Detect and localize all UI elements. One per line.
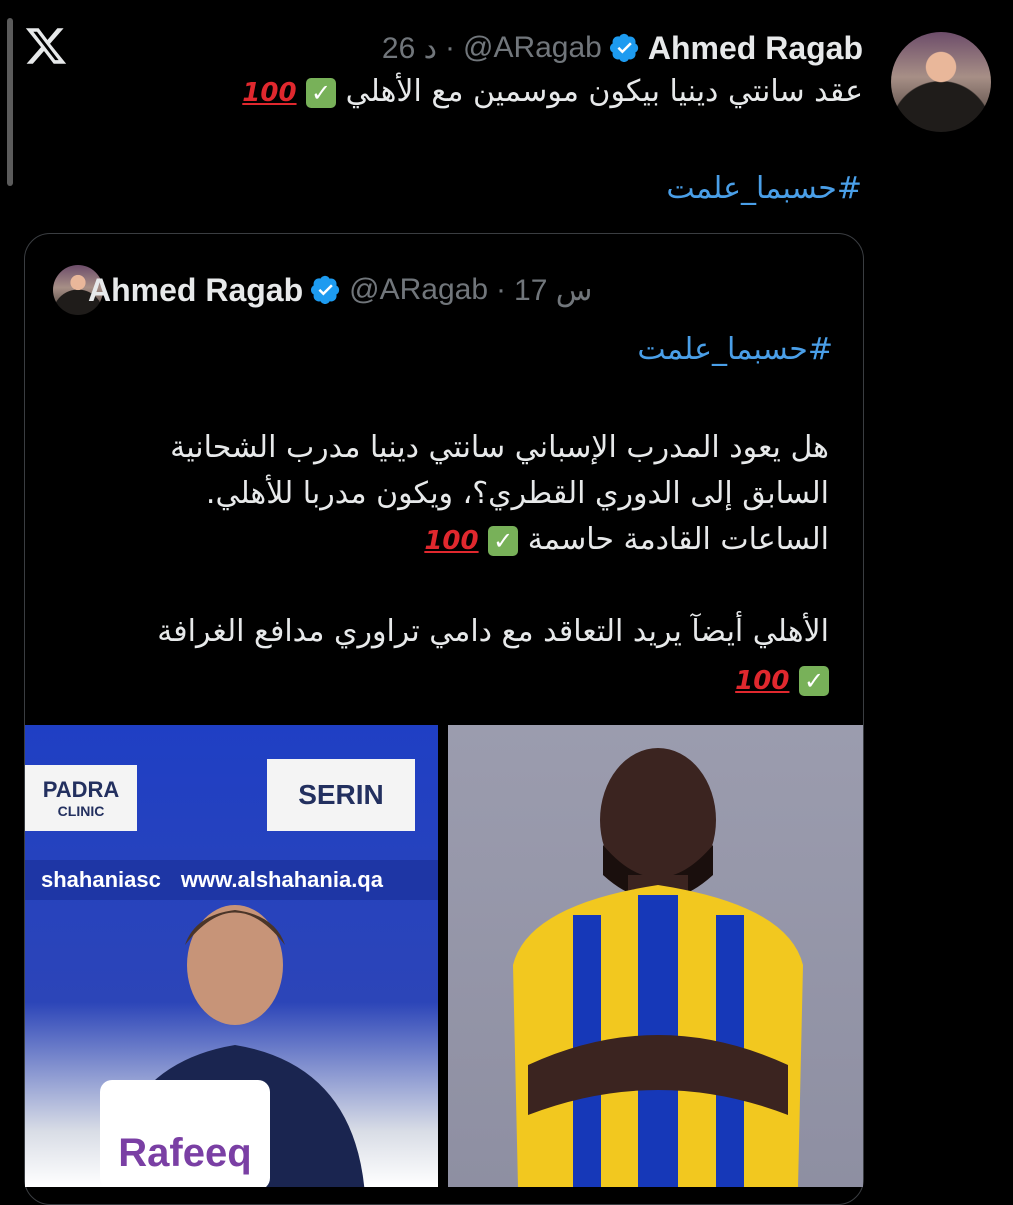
author-name[interactable]: Ahmed Ragab — [648, 30, 863, 67]
verified-badge-icon — [311, 275, 340, 304]
verified-badge-icon — [609, 33, 638, 63]
player-portrait-image[interactable] — [448, 725, 863, 1187]
quote-header: Ahmed Ragab @ARagab · 17 س — [88, 270, 592, 310]
hundred-emoji-icon: 100 — [242, 77, 297, 108]
quote-line-3-text: الساعات القادمة حاسمة — [527, 522, 829, 557]
quote-time: 17 س — [514, 273, 593, 307]
check-emoji-icon: ✓ — [488, 525, 519, 556]
player-figure — [513, 748, 803, 1187]
tweet-body: عقد سانتي دينيا بيكون موسمين مع الأهلي — [345, 74, 863, 109]
separator-dot: · — [444, 31, 455, 64]
tweet-header: 26 د · @ARagab Ahmed Ragab — [382, 28, 863, 68]
check-emoji-icon: ✓ — [306, 77, 337, 108]
sponsor-board-serin: SERIN — [267, 759, 415, 831]
author-avatar[interactable] — [891, 32, 991, 132]
quote-line-4: الأهلي أيضآ يريد التعاقد مع دامي تراوري … — [157, 614, 829, 649]
quote-line-3: الساعات القادمة حاسمة ✓ 100 — [424, 522, 829, 557]
x-logo-icon[interactable] — [24, 24, 68, 68]
quote-line-1: هل يعود المدرب الإسباني سانتي دينيا مدرب… — [170, 430, 829, 465]
quote-author-handle: @ARagab — [349, 273, 489, 306]
scrollbar[interactable] — [7, 18, 13, 186]
rafeeq-sponsor-sign: Rafeeq — [100, 1080, 270, 1187]
hundred-emoji-icon: 100 — [735, 665, 790, 696]
tweet-text: عقد سانتي دينيا بيكون موسمين مع الأهلي ✓… — [242, 74, 863, 109]
check-emoji-icon: ✓ — [799, 665, 829, 696]
author-handle[interactable]: @ARagab — [463, 31, 602, 65]
separator-dot: · — [496, 273, 507, 306]
sponsor-board-padra: PADRA CLINIC — [25, 765, 137, 831]
quote-line-5: ✓ 100 — [735, 662, 829, 697]
hundred-emoji-icon: 100 — [424, 525, 479, 556]
quote-line-2: السابق إلى الدوري القطري؟، ويكون مدربا ل… — [205, 476, 829, 511]
quote-hashtag-link[interactable]: #حسبما_علمت — [637, 332, 833, 367]
sponsor-padra-text: PADRA — [42, 777, 120, 802]
quote-author-name: Ahmed Ragab — [88, 271, 304, 308]
hashtag-link[interactable]: #حسبما_علمت — [666, 171, 862, 206]
sponsor-clinic-text: CLINIC — [57, 803, 105, 819]
coach-press-conference-image[interactable]: PADRA CLINIC SERIN shahaniasc www.alshah… — [25, 725, 438, 1187]
tweet-time[interactable]: 26 د — [382, 31, 437, 66]
